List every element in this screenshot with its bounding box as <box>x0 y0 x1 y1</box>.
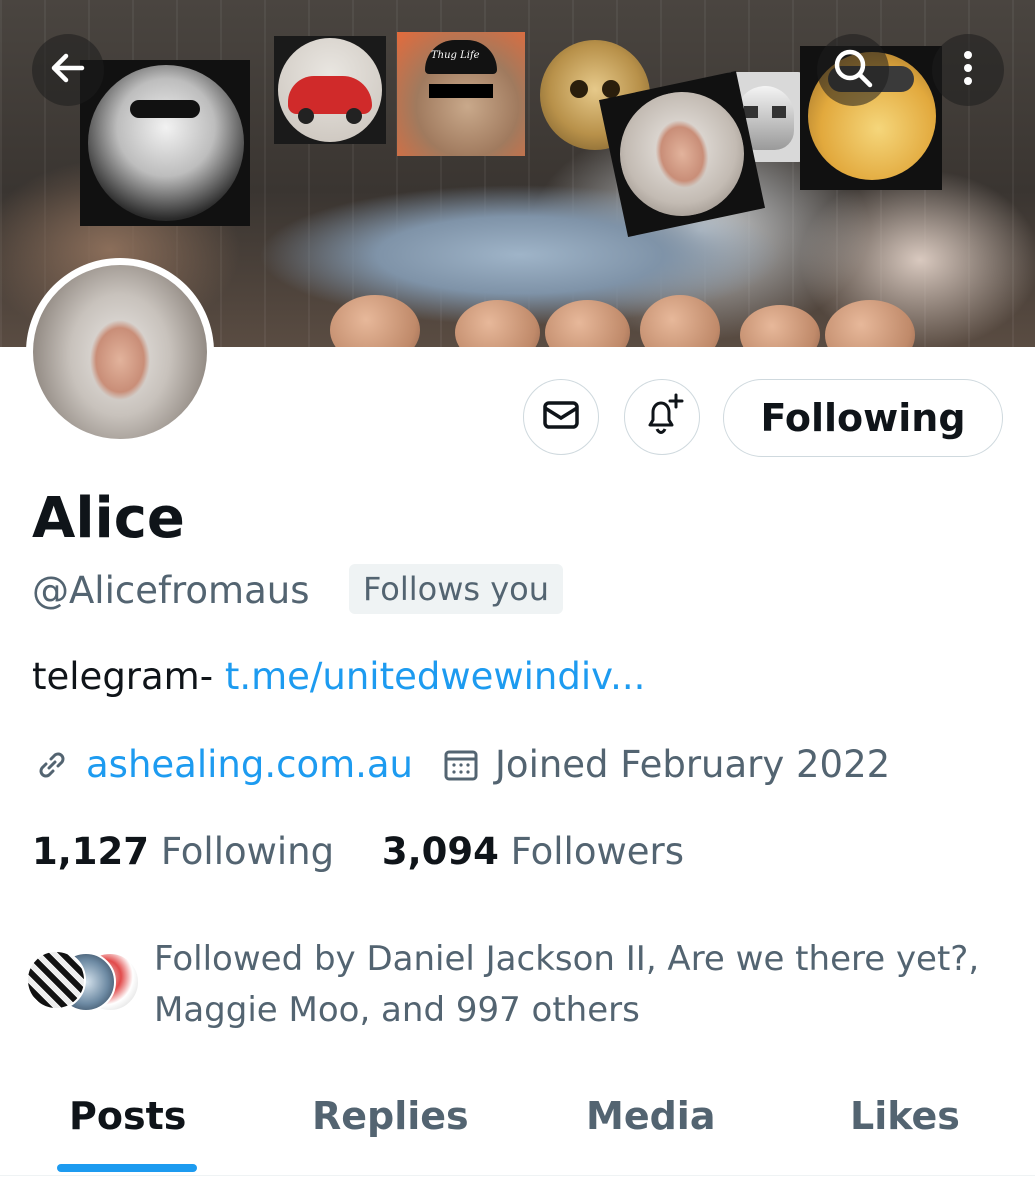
notifications-button[interactable] <box>624 379 700 455</box>
profile-meta: ashealing.com.au Joined February 2022 <box>32 740 890 790</box>
follow-counts: 1,127 Following 3,094 Followers <box>32 827 684 877</box>
tab-posts[interactable]: Posts <box>69 1094 186 1138</box>
banner-avatar-sticker <box>80 60 250 226</box>
bio-telegram-link[interactable]: t.me/unitedwewindiv... <box>225 655 646 698</box>
tab-media[interactable]: Media <box>586 1094 715 1138</box>
avatar-image <box>33 265 207 439</box>
followed-by-text[interactable]: Followed by Daniel Jackson II, Are we th… <box>154 934 1014 1036</box>
banner-thug-life-sticker: Thug Life <box>397 32 525 156</box>
calendar-icon <box>441 745 481 785</box>
banner-figure <box>545 300 630 347</box>
tab-replies[interactable]: Replies <box>312 1094 469 1138</box>
profile-tabs: Posts Replies Media Likes <box>0 1080 1035 1176</box>
banner-cap-text: Thug Life <box>431 50 480 61</box>
bio-text: telegram- <box>32 655 214 698</box>
banner-figure <box>825 300 915 347</box>
more-button[interactable] <box>932 34 1004 106</box>
followers-label: Followers <box>510 830 684 873</box>
more-vertical-icon <box>946 46 990 94</box>
banner-figure <box>640 295 720 347</box>
tabs-divider <box>0 1175 1035 1176</box>
banner-portrait-sticker <box>598 70 766 238</box>
arrow-left-icon <box>46 46 90 94</box>
back-button[interactable] <box>32 34 104 106</box>
joined-date: Joined February 2022 <box>495 743 891 786</box>
followers-link[interactable]: 3,094 Followers <box>382 830 684 873</box>
follows-you-badge: Follows you <box>349 564 564 614</box>
link-icon <box>32 745 72 785</box>
profile-handle: @Alicefromaus <box>32 569 310 612</box>
follower-avatar <box>26 950 86 1010</box>
followers-count: 3,094 <box>381 830 499 873</box>
following-count: 1,127 <box>32 830 150 873</box>
tab-likes[interactable]: Likes <box>850 1094 960 1138</box>
profile-name: Alice <box>32 486 185 551</box>
envelope-icon <box>539 393 583 441</box>
website-link[interactable]: ashealing.com.au <box>86 740 413 790</box>
following-link[interactable]: 1,127 Following <box>32 830 334 873</box>
following-button[interactable]: Following <box>723 379 1003 457</box>
banner-figure <box>455 300 540 347</box>
profile-bio: telegram- t.me/unitedwewindiv... <box>32 652 645 702</box>
profile-avatar[interactable] <box>26 258 214 446</box>
search-button[interactable] <box>817 34 889 106</box>
following-label: Following <box>160 830 335 873</box>
banner-figure <box>740 305 820 347</box>
banner-figure <box>330 295 420 347</box>
active-tab-indicator <box>57 1164 197 1172</box>
banner-car-sticker <box>274 36 386 144</box>
search-icon <box>831 46 875 94</box>
message-button[interactable] <box>523 379 599 455</box>
bell-plus-icon <box>638 391 686 443</box>
